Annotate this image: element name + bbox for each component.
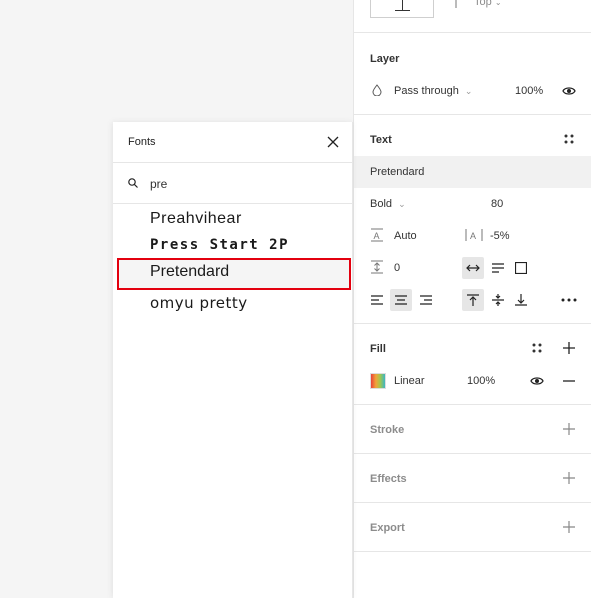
vertical-constraint-icon: [455, 0, 457, 8]
text-section-title: Text: [370, 134, 392, 146]
blend-mode-label: Pass through: [394, 85, 459, 97]
font-family-value: Pretendard: [370, 166, 425, 178]
styles-grid-icon[interactable]: [526, 337, 548, 359]
vertical-constraint-select[interactable]: Top ⌄: [474, 0, 502, 8]
align-center-icon[interactable]: [390, 289, 412, 311]
export-section-title: Export: [370, 522, 405, 534]
font-result-label: Press Start 2P: [150, 237, 290, 253]
line-height-input[interactable]: Auto: [394, 230, 417, 242]
font-result-press-start-2p[interactable]: Press Start 2P: [117, 231, 351, 259]
divider: [354, 502, 591, 503]
fonts-popover-title: Fonts: [128, 136, 156, 148]
font-result-label: omyu pretty: [150, 294, 248, 312]
divider: [354, 404, 591, 405]
divider: [354, 323, 591, 324]
align-top-icon[interactable]: [462, 289, 484, 311]
divider: [354, 114, 591, 115]
eye-icon[interactable]: [558, 80, 580, 102]
font-result-omyu-pretty[interactable]: omyu pretty: [117, 289, 351, 317]
align-bottom-icon[interactable]: [510, 289, 532, 311]
letter-spacing-icon: A: [465, 228, 483, 245]
fill-opacity-input[interactable]: 100%: [467, 375, 495, 387]
layer-opacity-input[interactable]: 100%: [515, 85, 543, 97]
chevron-down-icon: ⌄: [398, 199, 406, 209]
fill-swatch[interactable]: [370, 373, 386, 389]
letter-spacing-input[interactable]: -5%: [490, 230, 510, 242]
eye-icon[interactable]: [526, 370, 548, 392]
add-effect-icon[interactable]: [558, 467, 580, 489]
chevron-down-icon: ⌄: [464, 86, 473, 96]
blend-mode-select[interactable]: Pass through ⌄: [394, 85, 472, 97]
paragraph-spacing-input[interactable]: 0: [394, 262, 400, 274]
align-left-icon[interactable]: [366, 289, 388, 311]
effects-section-title: Effects: [370, 473, 407, 485]
line-height-icon: A: [370, 228, 384, 245]
font-search-input[interactable]: pre: [150, 177, 167, 191]
chevron-down-icon: ⌄: [494, 0, 502, 7]
divider: [354, 551, 591, 552]
font-result-pretendard[interactable]: Pretendard: [117, 258, 351, 290]
divider: [354, 32, 591, 33]
styles-grid-icon[interactable]: [558, 128, 580, 150]
font-weight-select[interactable]: Bold ⌄: [370, 198, 406, 210]
add-export-icon[interactable]: [558, 516, 580, 538]
fixed-size-icon[interactable]: [510, 257, 532, 279]
fill-section-title: Fill: [370, 343, 386, 355]
fonts-popover-header: Fonts: [113, 122, 353, 163]
font-result-preahvihear[interactable]: Preahvihear: [117, 205, 351, 233]
search-icon: [128, 178, 138, 191]
align-right-icon[interactable]: [415, 289, 437, 311]
font-size-input[interactable]: 80: [491, 198, 503, 210]
stroke-section-title: Stroke: [370, 424, 405, 436]
blend-mode-icon: [372, 84, 382, 99]
svg-text:A: A: [374, 231, 380, 241]
divider: [354, 453, 591, 454]
close-icon[interactable]: [322, 131, 344, 153]
font-family-row[interactable]: Pretendard: [354, 156, 591, 188]
layer-section-title: Layer: [370, 53, 400, 65]
vertical-constraint-label: Top: [474, 0, 492, 8]
font-search-bar[interactable]: pre: [113, 163, 353, 204]
paragraph-spacing-icon: [370, 260, 384, 277]
fill-type-label[interactable]: Linear: [394, 375, 425, 387]
add-fill-icon[interactable]: [558, 337, 580, 359]
constraint-preview[interactable]: [370, 0, 434, 18]
remove-fill-icon[interactable]: [558, 370, 580, 392]
more-options-icon[interactable]: [558, 289, 580, 311]
align-middle-icon[interactable]: [487, 289, 509, 311]
fonts-popover: Fonts pre Preahvihear Press Start 2P Pre…: [113, 122, 353, 598]
font-weight-label: Bold: [370, 198, 393, 210]
auto-width-icon[interactable]: [462, 257, 484, 279]
auto-height-icon[interactable]: [487, 257, 509, 279]
add-stroke-icon[interactable]: [558, 418, 580, 440]
svg-text:A: A: [470, 231, 476, 241]
font-result-label: Preahvihear: [150, 210, 242, 227]
font-result-label: Pretendard: [150, 263, 230, 280]
properties-panel: Top ⌄ Layer Pass through ⌄ 100% Text Pre…: [353, 0, 591, 598]
